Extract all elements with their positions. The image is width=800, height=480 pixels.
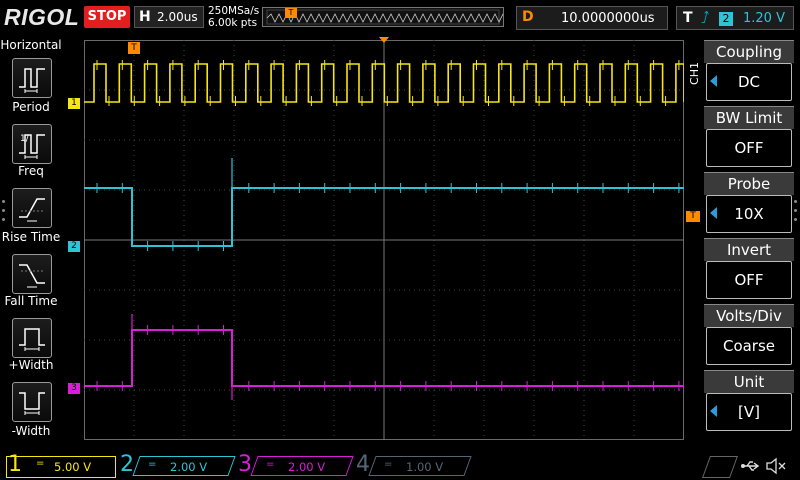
memory-overview-trace [266, 9, 520, 25]
ch4-number: 4 [356, 452, 370, 477]
rising-edge-icon: ⭜ [701, 8, 710, 27]
timebase-key: H [139, 9, 151, 25]
invert-title: Invert [704, 238, 794, 261]
frequency-label: Freq [18, 164, 44, 178]
arrow-left-icon [710, 405, 717, 417]
fall-time-label: Fall Time [4, 294, 58, 308]
bw-limit-title: BW Limit [704, 106, 794, 129]
memory-depth: 6.00k pts [208, 17, 258, 29]
ch2-ground-marker[interactable]: 2 [68, 241, 80, 252]
positive-width-button[interactable] [12, 318, 52, 358]
trigger-source-badge: 2 [719, 12, 733, 26]
top-status-bar: RIGOL STOP H 2.00us 250MSa/s 6.00k pts T… [0, 0, 800, 36]
waveform-display[interactable] [84, 40, 692, 440]
ch1-scale: 5.00 V [54, 460, 92, 474]
right-scroll-indicator [794, 200, 800, 227]
ch2-scale: 2.00 V [170, 460, 208, 474]
positive-width-label: +Width [8, 358, 54, 372]
period-button[interactable] [12, 58, 52, 98]
probe-menu[interactable]: Probe 10X [704, 172, 794, 236]
horizontal-measure-menu: Horizontal Period 1/ Freq Rise Time Fall… [0, 36, 62, 452]
svg-text:1/: 1/ [20, 134, 30, 144]
negative-width-label: -Width [11, 424, 51, 438]
ch1-number: 1 [8, 452, 22, 477]
dc-coupling-icon: = [36, 458, 45, 469]
unit-title: Unit [704, 370, 794, 393]
coupling-value: DC [737, 73, 761, 91]
horizontal-delay[interactable]: D 10.0000000us [516, 6, 668, 30]
negative-width-icon [19, 392, 45, 415]
arrow-left-icon [710, 207, 717, 219]
memory-trigger-marker: T [285, 8, 297, 18]
negative-width-button[interactable] [12, 382, 52, 422]
bw-limit-value-box[interactable]: OFF [706, 129, 792, 167]
ch3-status[interactable]: 3 = 2.00 V [236, 452, 356, 478]
trigger-level: 1.20 V [743, 11, 785, 26]
delay-key: D [522, 9, 534, 25]
timebase-value: 2.00us [157, 10, 198, 24]
invert-value: OFF [734, 271, 764, 289]
volts-div-value-box[interactable]: Coarse [706, 327, 792, 365]
trigger-settings[interactable]: T ⭜ 2 1.20 V [676, 6, 794, 30]
brand-logo: RIGOL [4, 4, 80, 30]
probe-value: 10X [734, 205, 764, 223]
volts-div-title: Volts/Div [704, 304, 794, 327]
bw-limit-value: OFF [734, 139, 764, 157]
coupling-value-box[interactable]: DC [706, 63, 792, 101]
ch3-ground-marker[interactable]: 3 [68, 383, 80, 394]
trigger-level-marker[interactable]: T [686, 211, 700, 222]
unit-value: [V] [738, 403, 760, 421]
invert-value-box[interactable]: OFF [706, 261, 792, 299]
frequency-icon: 1/ [19, 134, 45, 159]
bw-limit-menu[interactable]: BW Limit OFF [704, 106, 794, 170]
delay-value: 10.0000000us [561, 11, 655, 26]
trigger-key: T [683, 10, 693, 26]
ch1-trace [84, 63, 685, 103]
period-icon [19, 68, 45, 93]
waveform-canvas [84, 40, 692, 440]
volts-div-menu[interactable]: Volts/Div Coarse [704, 304, 794, 368]
positive-width-icon [19, 328, 45, 351]
trigger-time-marker: T [128, 42, 140, 54]
sound-mute-icon[interactable] [764, 456, 788, 480]
unit-value-box[interactable]: [V] [706, 393, 792, 431]
unit-menu[interactable]: Unit [V] [704, 370, 794, 434]
ch4-status[interactable]: 4 = 1.00 V [354, 452, 474, 478]
rise-time-icon [19, 198, 45, 222]
left-scroll-indicator [2, 200, 6, 227]
probe-title: Probe [704, 172, 794, 195]
dc-coupling-icon: = [148, 459, 157, 470]
ch1-status[interactable]: 1 = 5.00 V [6, 452, 126, 478]
sample-rate: 250MSa/s [208, 5, 260, 17]
period-label: Period [12, 100, 50, 114]
fall-time-button[interactable] [12, 254, 52, 294]
coupling-menu[interactable]: Coupling DC [704, 40, 794, 104]
invert-menu[interactable]: Invert OFF [704, 238, 794, 302]
ch2-number: 2 [120, 452, 134, 477]
run-stop-status[interactable]: STOP [84, 6, 130, 28]
ch3-scale: 2.00 V [288, 460, 326, 474]
probe-value-box[interactable]: 10X [706, 195, 792, 233]
memory-waveform-overview[interactable]: T [262, 7, 520, 27]
acquisition-info: 250MSa/s 6.00k pts [208, 5, 259, 29]
frequency-button[interactable]: 1/ [12, 124, 52, 164]
arrow-left-icon [710, 75, 717, 87]
usb-icon [740, 458, 762, 478]
dc-coupling-icon: = [384, 459, 393, 470]
delay-center-marker [379, 37, 389, 43]
fall-time-icon [19, 264, 45, 288]
menu-title: Horizontal [0, 38, 62, 52]
ch1-ground-marker[interactable]: 1 [68, 98, 80, 109]
ch3-number: 3 [238, 452, 252, 477]
volts-div-value: Coarse [722, 337, 776, 355]
dc-coupling-icon: = [266, 459, 275, 470]
channel-menu-label: CH1 [688, 62, 701, 85]
horizontal-timebase[interactable]: H 2.00us [134, 6, 204, 28]
ch4-scale: 1.00 V [406, 460, 444, 474]
coupling-title: Coupling [704, 40, 794, 63]
ch2-status[interactable]: 2 = 2.00 V [118, 452, 238, 478]
rise-time-button[interactable] [12, 188, 52, 228]
rise-time-label: Rise Time [1, 230, 61, 244]
